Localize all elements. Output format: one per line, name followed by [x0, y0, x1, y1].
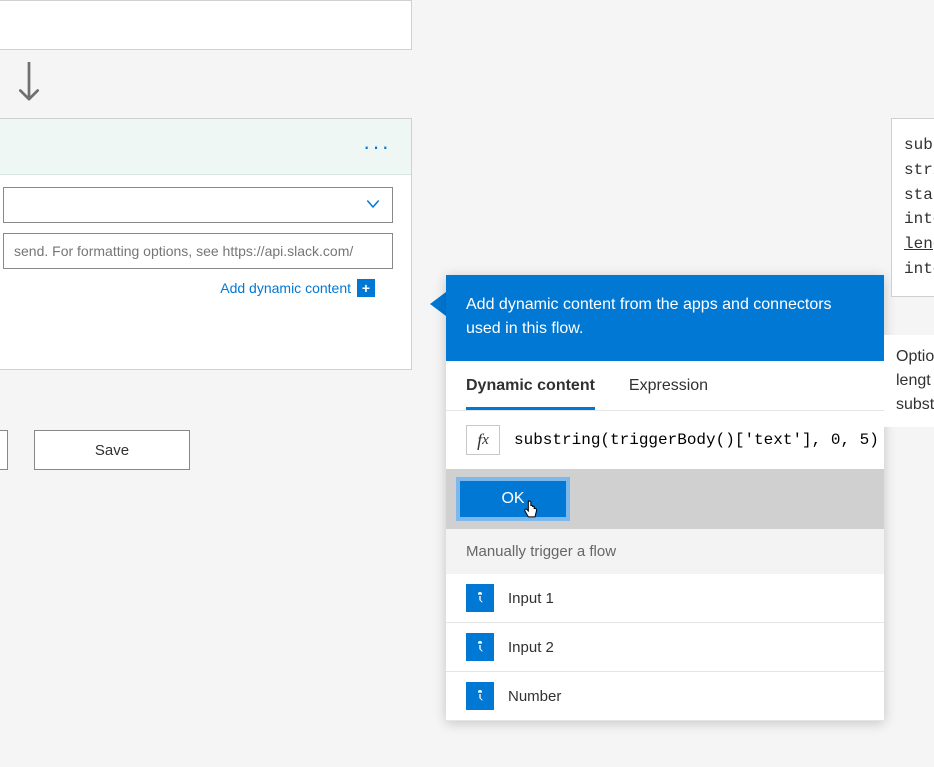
expression-input[interactable]	[500, 425, 884, 455]
cursor-pointer-icon	[520, 499, 540, 528]
action-card: ··· send. For formatting options, see ht…	[0, 118, 412, 370]
flow-arrow-icon	[16, 62, 42, 106]
save-button[interactable]: Save	[34, 430, 190, 470]
chevron-down-icon	[364, 195, 382, 216]
dc-item-label: Input 2	[508, 639, 554, 656]
message-placeholder: send. For formatting options, see https:…	[14, 243, 353, 259]
intellisense-signature-panel: subs stri star inte leng inte	[891, 118, 934, 297]
panel-banner: Add dynamic content from the apps and co…	[446, 275, 884, 361]
dc-item-input-1[interactable]: Input 1	[446, 574, 884, 623]
dc-item-label: Input 1	[508, 590, 554, 607]
message-text-input[interactable]: send. For formatting options, see https:…	[3, 233, 393, 269]
trigger-input-icon	[466, 584, 494, 612]
trigger-input-icon	[466, 682, 494, 710]
trigger-input-icon	[466, 633, 494, 661]
tab-dynamic-content[interactable]: Dynamic content	[466, 377, 595, 410]
panel-tabs: Dynamic content Expression	[446, 361, 884, 411]
action-card-header: ···	[0, 119, 411, 175]
more-options-icon[interactable]: ···	[357, 140, 397, 154]
dc-item-input-2[interactable]: Input 2	[446, 623, 884, 672]
expression-editor-row: fx	[446, 411, 884, 469]
channel-dropdown[interactable]	[3, 187, 393, 223]
section-manually-trigger: Manually trigger a flow	[446, 529, 884, 574]
previous-action-card	[0, 0, 412, 50]
intellisense-description-panel: Optio lengt subst	[884, 335, 934, 427]
add-dynamic-content-link[interactable]: Add dynamic content	[220, 280, 351, 296]
secondary-button-stub[interactable]	[0, 430, 8, 470]
ok-button-bar: OK	[446, 469, 884, 529]
ok-button[interactable]: OK	[458, 479, 568, 519]
panel-pointer-icon	[430, 292, 446, 316]
fx-icon: fx	[466, 425, 500, 455]
dynamic-content-panel: Add dynamic content from the apps and co…	[446, 275, 884, 721]
action-card-body: send. For formatting options, see https:…	[0, 175, 411, 309]
add-dynamic-content-icon[interactable]: +	[357, 279, 375, 297]
dc-item-label: Number	[508, 688, 561, 705]
dc-item-number[interactable]: Number	[446, 672, 884, 721]
save-button-label: Save	[95, 442, 129, 459]
tab-expression[interactable]: Expression	[629, 377, 708, 410]
